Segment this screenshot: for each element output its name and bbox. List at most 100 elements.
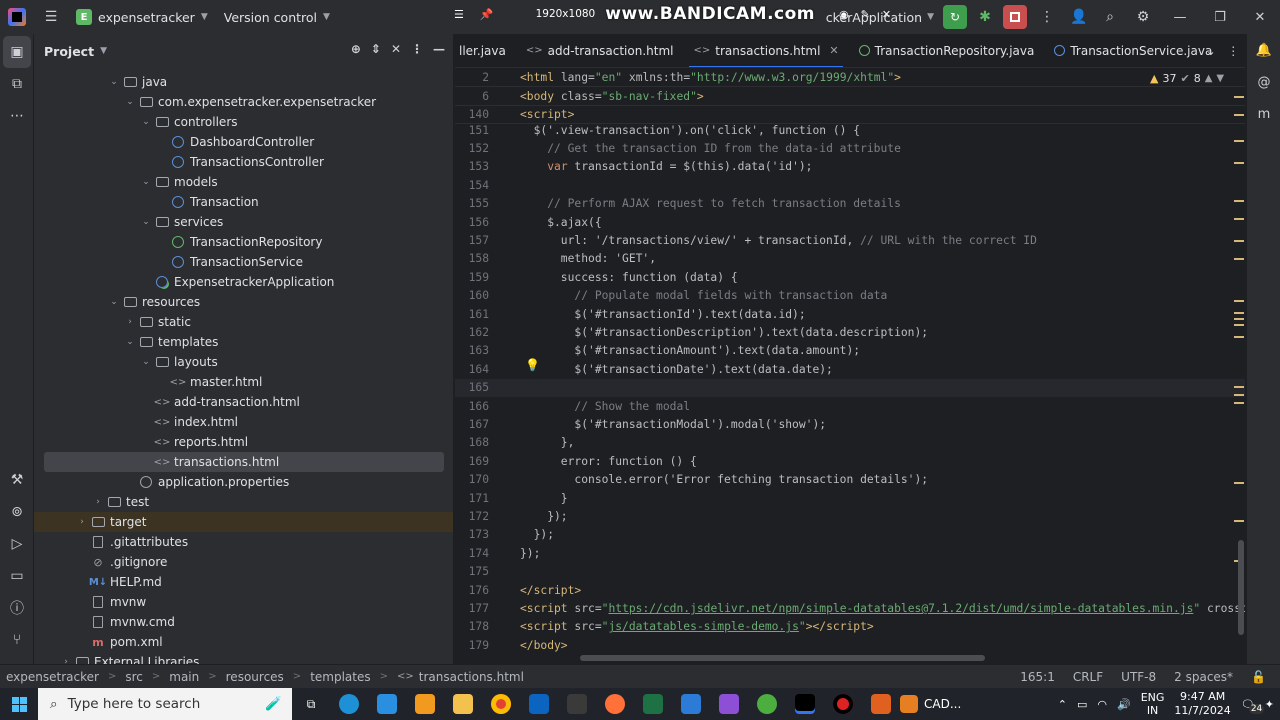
editor-tab[interactable]: TransactionRepository.java [849, 34, 1045, 67]
chevron-down-icon[interactable]: ▼ [1216, 73, 1224, 84]
code-line[interactable]: 179 </body> [455, 636, 1245, 654]
chevron-down-icon[interactable]: ⌄ [106, 297, 122, 307]
warning-stripe-mark[interactable] [1234, 114, 1244, 116]
utorrent-icon[interactable] [748, 688, 786, 720]
tree-item[interactable]: Transaction [34, 192, 453, 212]
code-line[interactable]: 168 }, [455, 434, 1245, 452]
tree-item[interactable]: M↓ HELP.md [34, 572, 453, 592]
main-menu-icon[interactable]: ☰ [34, 0, 68, 34]
code-editor[interactable]: 2 <html lang="en" xmlns:th="http://www.w3… [455, 68, 1245, 662]
firefox-icon[interactable] [596, 688, 634, 720]
more-tools-icon[interactable]: ⋯ [0, 100, 34, 132]
copilot-icon[interactable]: ✦ [1265, 698, 1274, 711]
tree-item[interactable]: application.properties [34, 472, 453, 492]
network-icon[interactable]: ▭ [1077, 698, 1087, 711]
warning-stripe-mark[interactable] [1234, 140, 1244, 142]
code-line[interactable]: 161 $('#transactionId').text(data.id); [455, 305, 1245, 323]
tree-item[interactable]: ⌄ java [34, 72, 453, 92]
notification-center-icon[interactable]: 🗨 24 [1241, 698, 1265, 714]
chevron-down-icon[interactable]: ⌄ [106, 77, 122, 87]
warning-stripe-mark[interactable] [1234, 520, 1244, 522]
start-button[interactable] [0, 688, 38, 720]
editor-tab[interactable]: ller.java [455, 34, 516, 67]
more-actions-icon[interactable]: ⋮ [1030, 0, 1064, 34]
code-line[interactable]: 163 $('#transactionAmount').text(data.am… [455, 342, 1245, 360]
tree-item[interactable]: ⌄ com.expensetracker.expensetracker [34, 92, 453, 112]
run-tool-icon[interactable]: ▷ [0, 528, 34, 560]
code-line[interactable]: 162 $('#transactionDescription').text(da… [455, 323, 1245, 341]
tree-item[interactable]: ⌄ resources [34, 292, 453, 312]
locate-file-icon[interactable]: ⊕ [351, 42, 361, 56]
code-line[interactable]: 174}); [455, 544, 1245, 562]
code-line[interactable]: 178 <script src="js/datatables-simple-dem… [455, 618, 1245, 636]
warning-stripe-mark[interactable] [1234, 324, 1244, 326]
chevron-right-icon[interactable]: › [90, 497, 106, 507]
maven-icon[interactable]: m [1247, 98, 1280, 130]
code-line[interactable]: 153 var transactionId = $(this).data('id… [455, 158, 1245, 176]
project-panel-title[interactable]: Project [44, 44, 94, 59]
chevron-down-icon[interactable]: ▼ [100, 46, 107, 56]
clock[interactable]: 9:47 AM 11/7/2024 [1174, 690, 1230, 718]
tree-item[interactable]: ⌄ controllers [34, 112, 453, 132]
caret-position[interactable]: 165:1 [1020, 670, 1055, 684]
file-encoding[interactable]: UTF-8 [1121, 670, 1156, 684]
code-line[interactable]: 157 url: '/transactions/view/' + transac… [455, 231, 1245, 249]
bandicam-icon[interactable] [824, 688, 862, 720]
code-line[interactable]: 152 // Get the transaction ID from the d… [455, 139, 1245, 157]
problems-icon[interactable]: ⓘ [0, 592, 34, 624]
code-line[interactable]: 164 $('#transactionDate').text(data.date… [455, 360, 1245, 378]
warning-stripe-mark[interactable] [1234, 218, 1244, 220]
code-line[interactable]: 172 }); [455, 507, 1245, 525]
structure-tool-icon[interactable]: ⧉ [0, 68, 34, 100]
warning-stripe-mark[interactable] [1234, 402, 1244, 404]
tree-item[interactable]: <> transactions.html [44, 452, 444, 472]
chrome-icon[interactable] [482, 688, 520, 720]
editor-tab[interactable]: TransactionService.java [1044, 34, 1222, 67]
warning-stripe-mark[interactable] [1234, 336, 1244, 338]
tabs-dropdown-icon[interactable]: ⌄ [1206, 44, 1216, 58]
tree-item[interactable]: DashboardController [34, 132, 453, 152]
chevron-up-icon[interactable]: ▲ [1205, 73, 1213, 84]
horizontal-scrollbar[interactable] [580, 655, 985, 661]
chevron-down-icon[interactable]: ⌄ [138, 117, 154, 127]
minimize-button[interactable]: — [1160, 0, 1200, 34]
add-user-icon[interactable]: 👤 [1064, 0, 1094, 34]
debug-button[interactable]: ✱ [973, 5, 997, 29]
sublime-icon[interactable] [406, 688, 444, 720]
rerun-button[interactable]: ↻ [943, 5, 967, 29]
intellij-logo-icon[interactable] [0, 0, 34, 34]
vscode-icon[interactable] [368, 688, 406, 720]
volume-icon[interactable]: 🔊 [1117, 698, 1131, 711]
tree-item[interactable]: ⌄ templates [34, 332, 453, 352]
code-line[interactable]: 176 </script> [455, 581, 1245, 599]
chevron-down-icon[interactable]: ⌄ [122, 97, 138, 107]
stop-button[interactable] [1003, 5, 1027, 29]
hide-panel-icon[interactable]: — [433, 42, 445, 56]
breadcrumb-item[interactable]: templates [310, 670, 370, 684]
code-line[interactable]: 177 <script src="https://cdn.jsdelivr.net… [455, 599, 1245, 617]
edge-icon[interactable] [330, 688, 368, 720]
terminal-app-icon[interactable] [558, 688, 596, 720]
task-view-icon[interactable]: ⧉ [292, 688, 330, 720]
project-switcher[interactable]: E expensetracker ▼ [68, 4, 216, 30]
close-window-button[interactable]: ✕ [1240, 0, 1280, 34]
chevron-down-icon[interactable]: ⌄ [138, 357, 154, 367]
code-line[interactable]: 165 [455, 378, 1245, 397]
code-line[interactable]: 154 [455, 176, 1245, 194]
notifications-icon[interactable]: 🔔 [1247, 34, 1280, 66]
warning-stripe-mark[interactable] [1234, 258, 1244, 260]
warning-stripe-mark[interactable] [1234, 386, 1244, 388]
run-configuration-selector[interactable]: ckerApplication ▼ [820, 10, 940, 25]
warning-stripe-mark[interactable] [1234, 318, 1244, 320]
warning-stripe-mark[interactable] [1234, 162, 1244, 164]
tree-item[interactable]: › test [34, 492, 453, 512]
warning-stripe-mark[interactable] [1234, 394, 1244, 396]
code-line[interactable]: 151 $('.view-transaction').on('click', f… [455, 121, 1245, 139]
code-line[interactable]: 173 }); [455, 526, 1245, 544]
breadcrumb-item[interactable]: main [169, 670, 199, 684]
code-line[interactable]: 170 console.error('Error fetching transa… [455, 471, 1245, 489]
tree-item[interactable]: › target [34, 512, 453, 532]
breadcrumb-item[interactable]: src [125, 670, 143, 684]
tree-item[interactable]: <> index.html [34, 412, 453, 432]
code-line[interactable]: 175 [455, 563, 1245, 581]
